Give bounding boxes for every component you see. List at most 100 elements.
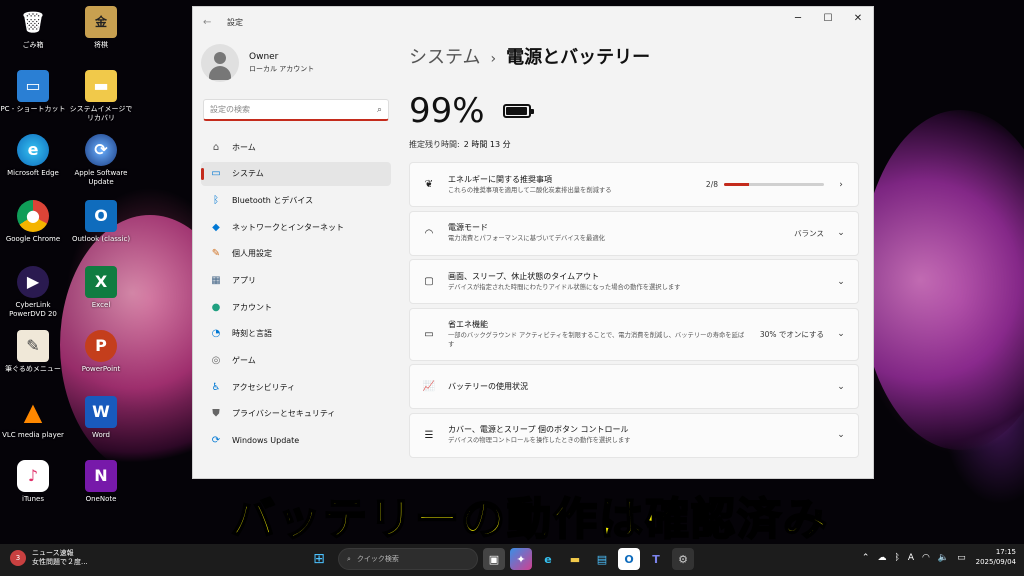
battery-saver-threshold: 30% でオンにする	[759, 329, 824, 339]
desktop-icon-fudegurume[interactable]: ✎ 筆ぐるめメニュー	[0, 330, 66, 374]
store-icon[interactable]: ▤	[591, 548, 613, 570]
breadcrumb-parent[interactable]: システム	[409, 43, 480, 69]
copilot-icon[interactable]: ✦	[510, 548, 532, 570]
search-box[interactable]: ⌕	[203, 99, 389, 121]
sidebar-item-accessibility[interactable]: ♿ アクセシビリティ	[201, 375, 391, 399]
sidebar-item-label: システム	[232, 169, 264, 179]
clock-time: 17:15	[995, 548, 1016, 556]
edge-icon: e	[17, 134, 49, 166]
desktop-icon-excel[interactable]: X Excel	[68, 266, 134, 310]
card-title: バッテリーの使用状況	[448, 382, 528, 391]
power-mode-icon: ◠	[424, 227, 434, 239]
system-icon: ▭	[211, 168, 221, 180]
avatar	[201, 44, 239, 82]
speaker-icon[interactable]: 🔈	[938, 553, 949, 563]
battery-icon[interactable]: ▭	[957, 553, 966, 563]
screen-sleep-card[interactable]: ▢ 画面、スリープ、休止状態のタイムアウト デバイスが指定された時間にわたりアイ…	[409, 259, 859, 304]
sidebar-item-windows-update[interactable]: ⟳ Windows Update	[201, 429, 391, 453]
video-caption: バッテリーの動作は確認済み	[230, 493, 829, 546]
sidebar-item-network[interactable]: ◆ ネットワークとインターネット	[201, 215, 391, 239]
desktop-icon-chrome[interactable]: ● Google Chrome	[0, 200, 66, 244]
chevron-up-icon[interactable]: ⌃	[862, 553, 870, 563]
sidebar-item-gaming[interactable]: ◎ ゲーム	[201, 349, 391, 373]
window-title: 設定	[227, 17, 243, 27]
windows-update-icon: ⟳	[211, 435, 221, 447]
sidebar-item-system[interactable]: ▭ システム	[201, 161, 391, 186]
desktop-icon-powerpoint[interactable]: P PowerPoint	[68, 330, 134, 374]
profile-account-type: ローカル アカウント	[249, 65, 315, 73]
desktop-icon-recycle-bin[interactable]: 🗑 ごみ箱	[0, 6, 66, 50]
card-title: カバー、電源とスリープ 個のボタン コントロール	[448, 425, 629, 435]
sidebar-item-bluetooth[interactable]: ᛒ Bluetooth とデバイス	[201, 188, 391, 212]
teams-icon[interactable]: T	[645, 548, 667, 570]
desktop-icon-pc[interactable]: ▭ PC - ショートカット	[0, 70, 66, 114]
minimize-button[interactable]: ─	[783, 7, 813, 29]
sidebar-item-label: アカウント	[232, 302, 272, 312]
profile[interactable]: Owner ローカル アカウント	[201, 43, 391, 83]
sidebar-item-time-language[interactable]: ◔ 時刻と言語	[201, 322, 391, 346]
power-mode-card[interactable]: ◠ 電源モード 電力消費とパフォーマンスに基づいてデバイスを最適化 バランス ⌄	[409, 210, 859, 256]
power-mode-select[interactable]: バランス	[794, 228, 824, 239]
battery-saver-icon: ▭	[424, 328, 434, 340]
apple-update-icon: ⟳	[85, 134, 117, 166]
desktop-icon-outlook[interactable]: O Outlook (classic)	[68, 200, 134, 244]
back-arrow-icon[interactable]: ←	[203, 17, 217, 28]
settings-gear-icon[interactable]: ⚙	[672, 548, 694, 570]
desktop-icon-apple-update[interactable]: ⟳ Apple Software Update	[68, 134, 134, 187]
taskbar: 3 ニュース速報 女性問題で２度... ⊞ ⌕ クイック検索 ▣ ✦ e ▬ ▤…	[0, 544, 1024, 576]
windows-start-icon[interactable]: ⊞	[308, 548, 330, 570]
battery-usage-card[interactable]: 📈 バッテリーの使用状況 ⌄	[409, 364, 859, 409]
wifi-icon[interactable]: ◠	[922, 553, 930, 563]
progress-fill	[724, 183, 749, 186]
button-controls-card[interactable]: ☰ カバー、電源とスリープ 個のボタン コントロール デバイスの物理コントロール…	[409, 412, 859, 458]
bluetooth-icon[interactable]: ᛒ	[894, 553, 899, 563]
home-icon: ⌂	[212, 141, 220, 153]
desktop-icon-edge[interactable]: e Microsoft Edge	[0, 134, 66, 178]
energy-recommendations-card[interactable]: ❦ エネルギーに関する推奨事項 これらの推奨事項を適用して二酸化炭素排出量を削減…	[409, 162, 859, 207]
sidebar-item-personalization[interactable]: ✎ 個人用設定	[201, 242, 391, 266]
edge-icon[interactable]: e	[537, 548, 559, 570]
sidebar-item-home[interactable]: ⌂ ホーム	[201, 135, 391, 159]
close-button[interactable]: ✕	[843, 7, 873, 29]
usage-chart-icon: 📈	[422, 381, 436, 392]
word-icon: W	[85, 396, 117, 428]
leaf-icon: ❦	[424, 179, 434, 190]
desktop-icon-itunes[interactable]: ♪ iTunes	[0, 460, 66, 504]
bluetooth-icon: ᛒ	[213, 194, 219, 206]
news-widget[interactable]: 3 ニュース速報 女性問題で２度...	[10, 549, 88, 567]
personalization-icon: ✎	[211, 248, 221, 260]
task-view-icon[interactable]: ▣	[483, 548, 505, 570]
sidebar-item-label: プライバシーとセキュリティ	[232, 409, 336, 419]
itunes-icon: ♪	[17, 460, 49, 492]
sidebar-item-privacy[interactable]: ⛊ プライバシーとセキュリティ	[201, 402, 391, 426]
taskbar-search[interactable]: ⌕ クイック検索	[338, 548, 478, 570]
sidebar-item-label: アプリ	[232, 275, 256, 285]
outlook-icon[interactable]: O	[618, 548, 640, 570]
chevron-right-icon: ›	[839, 179, 843, 190]
desktop-icon-shogi[interactable]: 金 将棋	[68, 6, 134, 50]
remaining-time: 推定残り時間: 2 時間 13 分	[409, 139, 859, 150]
screen-sleep-icon: ▢	[424, 276, 434, 287]
recommendations-count: 2/8	[705, 180, 718, 189]
desktop-icon-onenote[interactable]: N OneNote	[68, 460, 134, 504]
search-input[interactable]	[210, 105, 377, 114]
sidebar-item-accounts[interactable]: ● アカウント	[201, 295, 391, 319]
battery-saver-card[interactable]: ▭ 省エネ機能 一部のバックグラウンド アクティビティを制限することで、電力消費…	[409, 307, 859, 361]
clock-date: 2025/09/04	[975, 557, 1016, 566]
sidebar-item-apps[interactable]: ▦ アプリ	[201, 268, 391, 292]
explorer-icon[interactable]: ▬	[564, 548, 586, 570]
ime-indicator[interactable]: A	[908, 553, 914, 563]
maximize-button[interactable]: ☐	[813, 7, 843, 29]
search-icon[interactable]: ⌕	[377, 105, 382, 115]
desktop-icon-word[interactable]: W Word	[68, 396, 134, 440]
profile-name: Owner	[249, 52, 279, 62]
card-subtitle: これらの推奨事項を適用して二酸化炭素排出量を削減する	[448, 186, 612, 194]
desktop-icon-powerdvd[interactable]: ▶ CyberLink PowerDVD 20	[0, 266, 66, 319]
cloud-icon[interactable]: ☁	[877, 553, 886, 563]
clock[interactable]: 17:15 2025/09/04	[976, 548, 1016, 568]
desktop-icon-vlc[interactable]: ▲ VLC media player	[0, 396, 66, 440]
desktop-icon-folder[interactable]: ▬ システムイメージでリカバリ	[68, 70, 134, 123]
remaining-value: 2 時間 13 分	[463, 140, 511, 149]
breadcrumb-separator: ›	[490, 51, 497, 67]
card-title: 電源モード	[448, 223, 488, 233]
